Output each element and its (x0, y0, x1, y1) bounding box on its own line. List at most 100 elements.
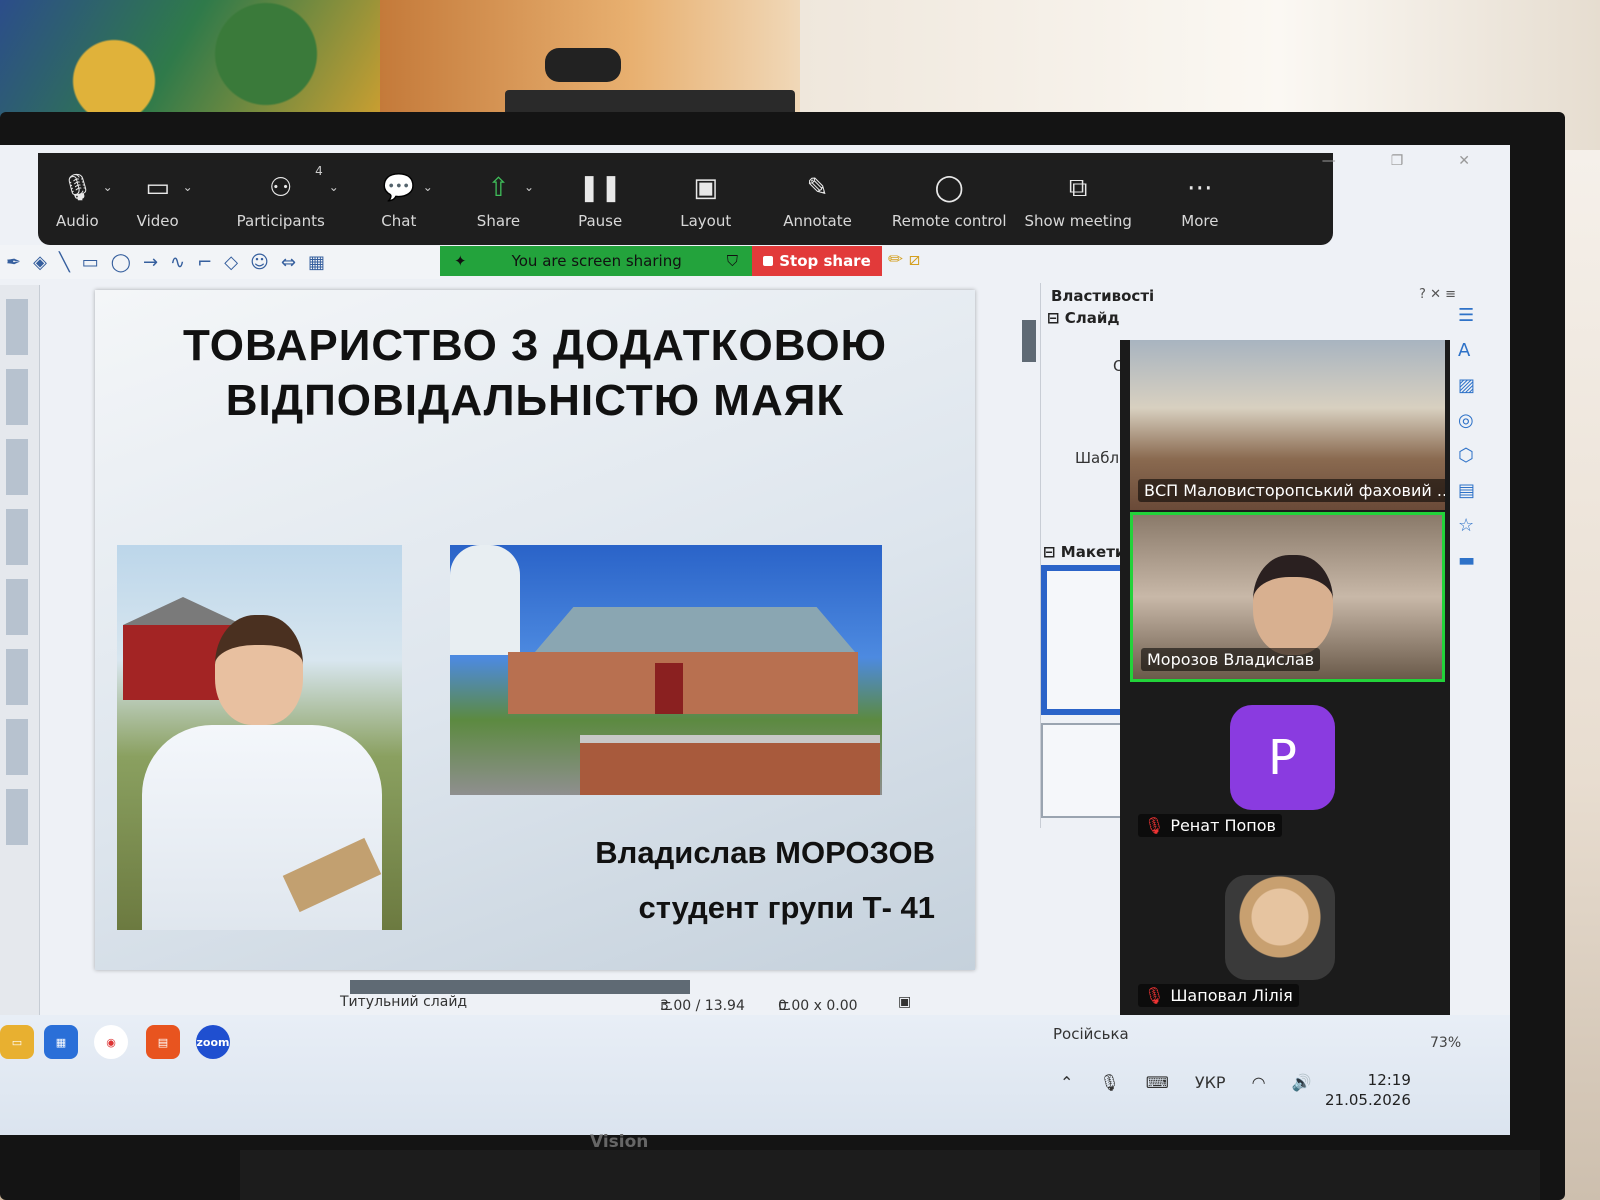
video-button[interactable]: ▭ ⌄ Video (137, 168, 193, 230)
screen-sharing-indicator[interactable]: ✦ You are screen sharing ⛉ (440, 246, 752, 276)
chevron-down-icon[interactable]: ⌄ (329, 180, 339, 194)
section-layouts-label: Макети (1060, 543, 1126, 561)
slide-thumbnail[interactable] (6, 719, 28, 775)
chevron-down-icon[interactable]: ⌄ (423, 180, 433, 194)
participant-name: Ренат Попов (1170, 816, 1276, 835)
slide-thumbnail[interactable] (6, 579, 28, 635)
participant-tile[interactable]: ВСП Маловисторопський фаховий ... (1130, 340, 1445, 510)
store-icon[interactable]: ▦ (44, 1025, 78, 1059)
chevron-down-icon[interactable]: ⌄ (103, 180, 113, 194)
transition-icon[interactable]: ▬ (1458, 550, 1484, 571)
diamond-shape-icon[interactable]: ◇ (224, 252, 238, 273)
vertical-scrollbar[interactable] (1022, 320, 1036, 362)
participants-button[interactable]: ⚇ 4 ⌄ Participants (237, 164, 339, 230)
wifi-icon[interactable]: ◠ (1252, 1073, 1266, 1092)
building-wall (508, 652, 858, 714)
chrome-icon[interactable]: ◉ (94, 1025, 128, 1059)
monitor-brand: Vision (590, 1132, 649, 1152)
annotate-label: Annotate (783, 212, 852, 230)
arrow-tool-icon[interactable]: → (143, 252, 158, 273)
slide-thumbnail[interactable] (6, 649, 28, 705)
volume-icon[interactable]: 🔊 (1292, 1073, 1312, 1092)
close-icon[interactable]: ? ✕ ≡ (1419, 287, 1456, 302)
zoom-percentage[interactable]: 73% (1430, 1035, 1461, 1051)
layout-icon: ▣ (693, 173, 718, 203)
section-layouts[interactable]: ⊟ Макети (1043, 543, 1125, 561)
status-bar: Титульний слайд ⊏ 3.00 / 13.94 ⊏ 0.00 x … (0, 990, 1510, 1014)
building-photo (450, 545, 882, 795)
document-language[interactable]: Російська (1053, 1025, 1129, 1043)
shapes-icon[interactable]: ⬡ (1458, 445, 1484, 466)
slide-thumbnail[interactable] (6, 789, 28, 845)
rectangle-tool-icon[interactable]: ▭ (82, 252, 99, 273)
show-meeting-button[interactable]: ⧉ Show meeting (1025, 168, 1132, 231)
keyboard-language[interactable]: УКР (1195, 1073, 1226, 1092)
restore-icon[interactable]: ❐ (1391, 153, 1404, 169)
animation-icon[interactable]: ☆ (1458, 515, 1484, 536)
highlighter-icon[interactable]: ✏ ⧄ (888, 249, 920, 270)
participant-tile-active[interactable]: Морозов Владислав (1130, 512, 1445, 682)
properties-icon[interactable]: ☰ (1458, 305, 1484, 326)
more-button[interactable]: ⋯ More (1180, 168, 1220, 230)
fill-color-icon[interactable]: ◈ (33, 252, 47, 273)
share-screen-icon: ⇧ (487, 173, 510, 203)
church-shape (450, 545, 520, 655)
styles-icon[interactable]: A (1458, 340, 1484, 361)
chevron-down-icon[interactable]: ⌄ (183, 180, 193, 194)
file-explorer-icon[interactable]: ▭ (0, 1025, 34, 1059)
chevron-down-icon[interactable]: ⌄ (524, 180, 534, 194)
line-tool-icon[interactable]: ╲ (59, 252, 70, 273)
navigator-icon[interactable]: ◎ (1458, 410, 1484, 431)
student-head (215, 615, 303, 725)
microphone-icon[interactable]: 🎙 (1099, 1073, 1119, 1092)
gallery-icon[interactable]: ▨ (1458, 375, 1484, 396)
annotate-button[interactable]: ✎ Annotate (783, 168, 852, 230)
impress-icon[interactable]: ▤ (146, 1025, 180, 1059)
stop-share-button[interactable]: Stop share (752, 246, 882, 276)
line-color-icon[interactable]: ✒ (6, 252, 21, 273)
double-arrow-icon[interactable]: ⇔ (281, 252, 296, 273)
clock[interactable]: 12:19 21.05.2026 (1325, 1070, 1411, 1110)
participant-tile[interactable]: P 🎙 Ренат Попов (1130, 685, 1445, 845)
slide-thumbnail[interactable] (6, 299, 28, 355)
audio-button[interactable]: 🎙 ⌄ Audio (56, 168, 113, 230)
save-icon[interactable]: ▣ (898, 994, 911, 1010)
sharing-status-text: You are screen sharing (511, 252, 682, 270)
table-icon[interactable]: ▦ (308, 252, 325, 273)
master-slides-icon[interactable]: ▤ (1458, 480, 1484, 501)
keyboard-icon[interactable]: ⌨ (1146, 1073, 1169, 1092)
zoom-app-icon[interactable]: zoom (196, 1025, 230, 1059)
layout-thumbnail[interactable] (1041, 565, 1131, 715)
student-figure (137, 605, 387, 930)
screen: 🎙 ⌄ Audio ▭ ⌄ Video ⚇ 4 ⌄ Participants 💬… (0, 145, 1510, 1135)
slide-canvas[interactable]: ТОВАРИСТВО З ДОДАТКОВОЮ ВІДПОВІДАЛЬНІСТЮ… (95, 290, 975, 970)
connector-tool-icon[interactable]: ⌐ (197, 252, 212, 273)
muted-mic-icon: 🎙 (1144, 816, 1165, 835)
chevron-up-icon[interactable]: ⌃ (1060, 1073, 1073, 1092)
layout-thumbnail[interactable] (1041, 723, 1131, 818)
section-slide[interactable]: ⊟ Слайд (1047, 309, 1120, 327)
share-button[interactable]: ⇧ ⌄ Share (477, 168, 534, 230)
pause-button[interactable]: ❚❚ Pause (578, 168, 622, 230)
slide-thumbnail[interactable] (6, 369, 28, 425)
curve-tool-icon[interactable]: ∿ (170, 252, 185, 273)
minimize-icon[interactable]: — (1322, 153, 1336, 169)
layout-button[interactable]: ▣ Layout (680, 168, 731, 230)
cursor-position-value: 3.00 / 13.94 (660, 998, 745, 1014)
close-icon[interactable]: ✕ (1458, 153, 1470, 169)
participants-count: 4 (315, 164, 323, 178)
monitor-stand (240, 1150, 1540, 1200)
remote-control-button[interactable]: ◯ Remote control (892, 168, 1007, 230)
smiley-shape-icon[interactable]: ☺ (250, 252, 269, 273)
chat-button[interactable]: 💬 ⌄ Chat (379, 168, 433, 230)
chat-bubble-icon: 💬 (382, 173, 415, 203)
building-roof (535, 607, 855, 652)
pause-label: Pause (578, 212, 623, 230)
slide-thumbnail[interactable] (6, 509, 28, 565)
brick-fence (580, 735, 880, 795)
ellipse-tool-icon[interactable]: ◯ (111, 252, 131, 273)
slide-title: ТОВАРИСТВО З ДОДАТКОВОЮ ВІДПОВІДАЛЬНІСТЮ… (183, 321, 887, 425)
remote-control-label: Remote control (891, 212, 1007, 230)
sharing-status-icon: ✦ (454, 252, 467, 270)
slide-thumbnail[interactable] (6, 439, 28, 495)
